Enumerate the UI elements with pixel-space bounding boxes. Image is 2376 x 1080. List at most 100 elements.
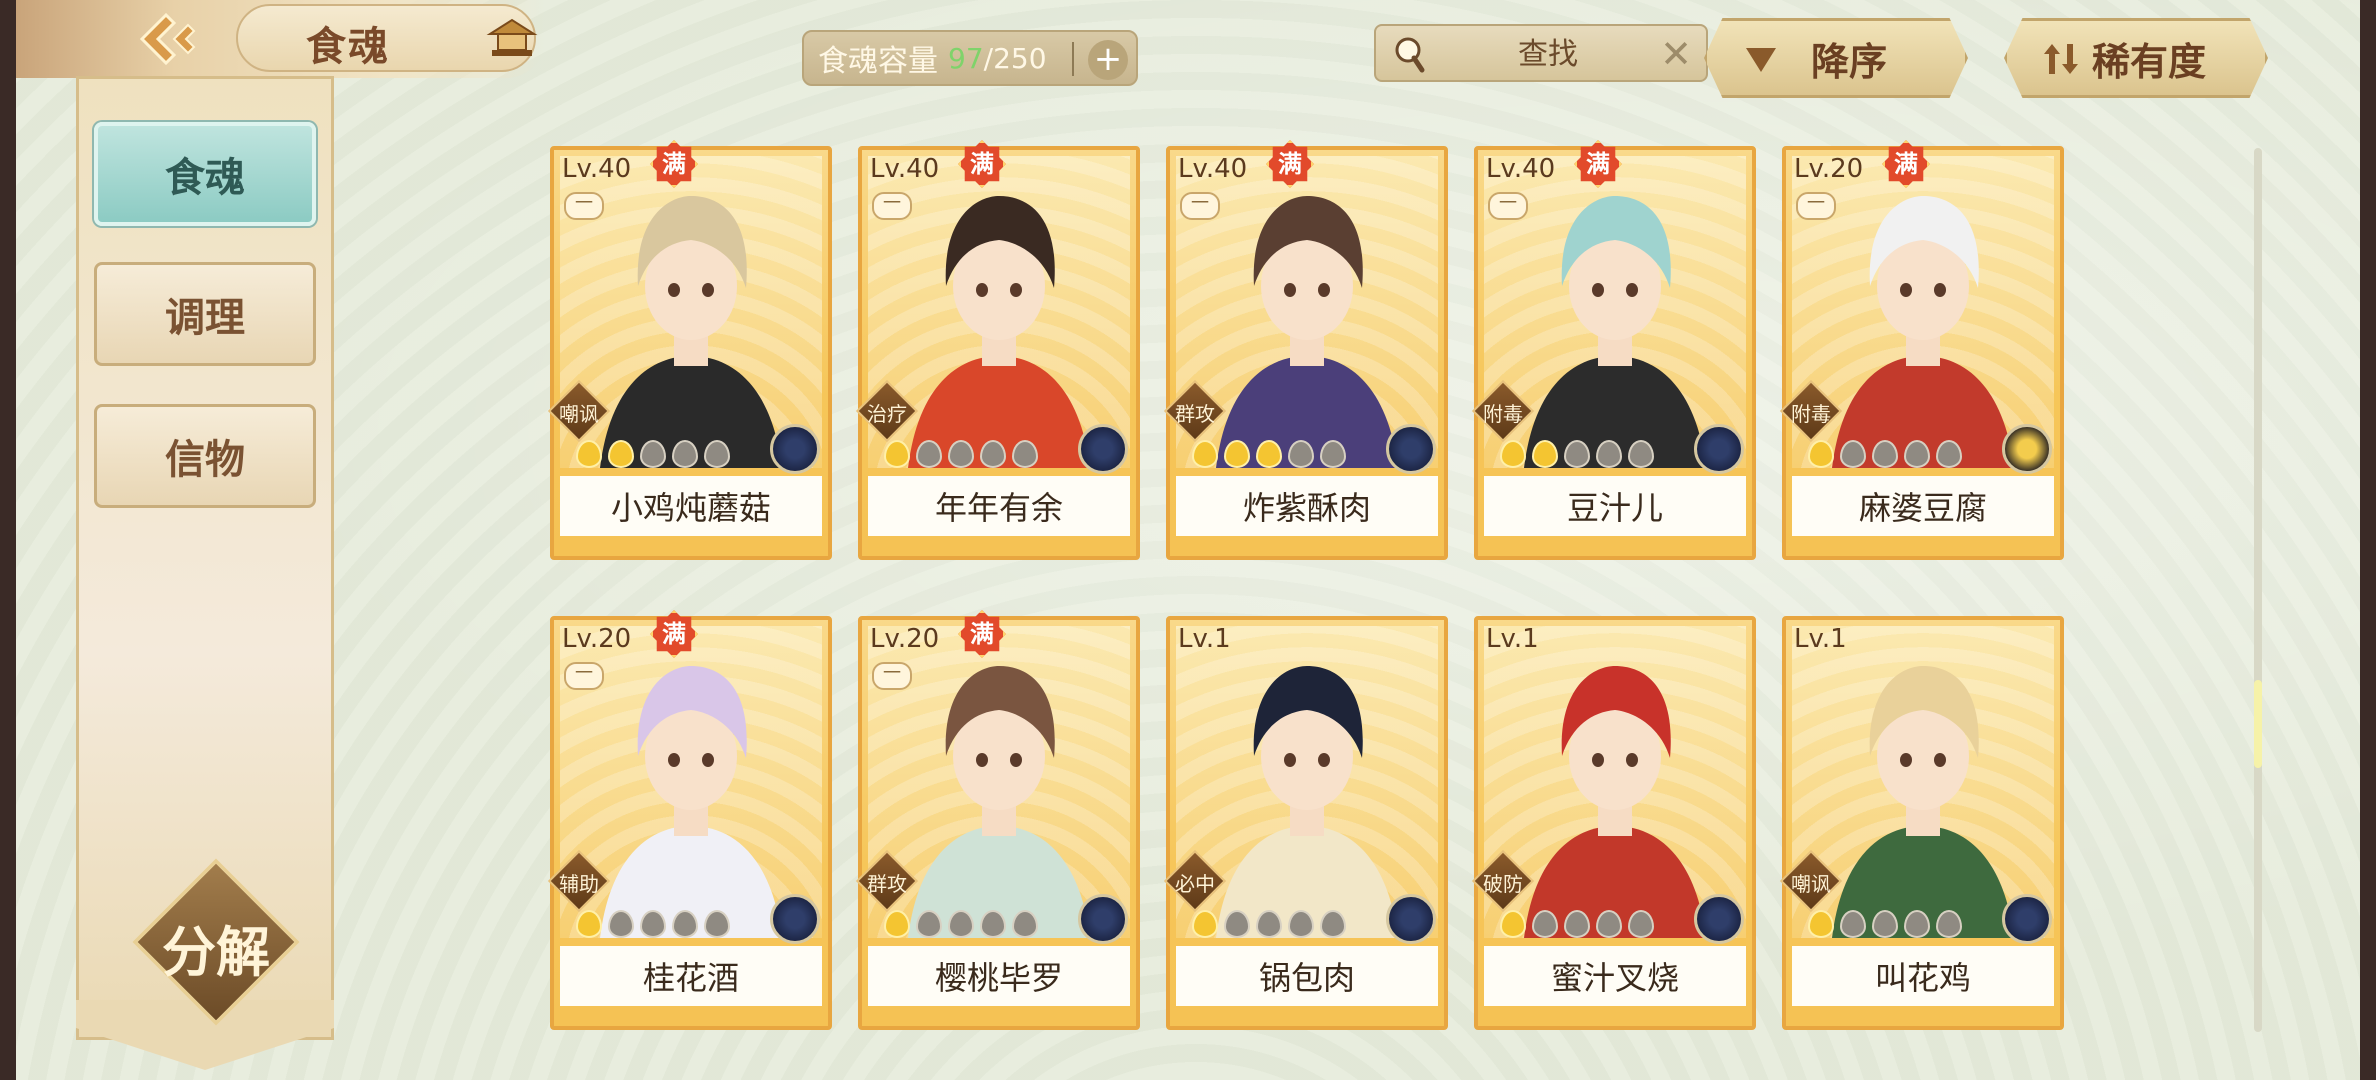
food-soul-card[interactable]: Lv.40 满 一 附毒 豆汁儿 bbox=[1471, 140, 1756, 560]
lock-toggle-icon[interactable]: 一 bbox=[1796, 192, 1836, 220]
star-icon bbox=[1872, 910, 1898, 938]
star-icon bbox=[1320, 440, 1346, 468]
star-rating bbox=[1192, 440, 1346, 470]
rarity-label: 稀有度 bbox=[2091, 39, 2206, 84]
star-icon bbox=[1840, 910, 1866, 938]
star-icon bbox=[1936, 910, 1962, 938]
role-label: 必中 bbox=[1175, 872, 1215, 896]
role-label: 嘲讽 bbox=[1791, 872, 1831, 896]
level-label: Lv.40 bbox=[1486, 154, 1556, 184]
star-icon bbox=[1808, 440, 1834, 468]
tab-keepsakes[interactable]: 信物 bbox=[94, 404, 316, 508]
role-badge: 嘲讽 bbox=[547, 379, 611, 443]
search-input[interactable] bbox=[1436, 32, 1660, 76]
page-title: 食魂 bbox=[306, 24, 390, 70]
food-soul-card[interactable]: Lv.40 满 一 群攻 炸紫酥肉 bbox=[1163, 140, 1448, 560]
decompose-label: 分解 bbox=[162, 921, 270, 984]
star-rating bbox=[1500, 910, 1654, 940]
back-button[interactable] bbox=[108, 10, 228, 68]
star-icon bbox=[1596, 440, 1622, 468]
star-icon bbox=[916, 440, 942, 468]
star-icon bbox=[1288, 440, 1314, 468]
lock-toggle-icon[interactable]: 一 bbox=[1180, 192, 1220, 220]
rarity-filter-button[interactable]: 稀有度 bbox=[2004, 18, 2268, 98]
star-rating bbox=[1192, 910, 1346, 940]
star-rating bbox=[884, 440, 1038, 470]
expand-capacity-button[interactable]: + bbox=[1088, 40, 1128, 80]
blue-flower-icon bbox=[2002, 894, 2052, 944]
blue-flower-icon bbox=[770, 424, 820, 474]
star-icon bbox=[1904, 440, 1930, 468]
scrollbar-track[interactable] bbox=[2254, 148, 2262, 1032]
star-icon bbox=[1872, 440, 1898, 468]
role-label: 治疗 bbox=[867, 402, 907, 426]
lock-toggle-icon[interactable]: 一 bbox=[1488, 192, 1528, 220]
tab-cooking[interactable]: 调理 bbox=[94, 262, 316, 366]
role-badge: 嘲讽 bbox=[1779, 849, 1843, 913]
star-icon bbox=[608, 440, 634, 468]
tab-food-souls[interactable]: 食魂 bbox=[94, 122, 316, 226]
star-icon bbox=[1936, 440, 1962, 468]
swap-arrows-icon bbox=[2044, 44, 2078, 74]
role-badge: 辅助 bbox=[547, 849, 611, 913]
food-soul-card[interactable]: Lv.40 满 一 治疗 年年有余 bbox=[855, 140, 1140, 560]
level-label: Lv.40 bbox=[562, 154, 632, 184]
star-icon bbox=[576, 440, 602, 468]
blue-flower-icon bbox=[1386, 894, 1436, 944]
blue-flower-icon bbox=[770, 894, 820, 944]
clear-search-icon[interactable]: ✕ bbox=[1656, 34, 1696, 74]
food-soul-card[interactable]: Lv.1 必中 锅包肉 bbox=[1163, 616, 1448, 1030]
food-soul-card[interactable]: Lv.1 破防 蜜汁叉烧 bbox=[1471, 616, 1756, 1030]
back-arrow-icon bbox=[139, 12, 196, 66]
capacity-current: 97 bbox=[948, 41, 984, 75]
lock-toggle-icon[interactable]: 一 bbox=[564, 662, 604, 690]
max-level-badge: 满 bbox=[958, 140, 1006, 188]
character-name: 小鸡炖蘑菇 bbox=[560, 476, 822, 536]
star-rating bbox=[1500, 440, 1654, 470]
star-icon bbox=[672, 440, 698, 468]
food-soul-card[interactable]: Lv.20 满 一 附毒 麻婆豆腐 bbox=[1779, 140, 2064, 560]
game-screen: 食魂 食魂容量 97/250 + ✕ 降序 稀有度 食魂 bbox=[16, 0, 2376, 1080]
capacity-display: 食魂容量 97/250 + bbox=[802, 30, 1138, 86]
sort-order-button[interactable]: 降序 bbox=[1704, 18, 1968, 98]
level-label: Lv.20 bbox=[870, 624, 940, 654]
max-level-badge: 满 bbox=[650, 610, 698, 658]
star-icon bbox=[980, 910, 1006, 938]
character-name: 豆汁儿 bbox=[1484, 476, 1746, 536]
role-label: 群攻 bbox=[867, 872, 907, 896]
lock-toggle-icon[interactable]: 一 bbox=[872, 192, 912, 220]
character-name: 樱桃毕罗 bbox=[868, 946, 1130, 1006]
food-soul-card[interactable]: Lv.1 嘲讽 叫花鸡 bbox=[1779, 616, 2064, 1030]
scrollbar-thumb[interactable] bbox=[2254, 680, 2262, 768]
lock-toggle-icon[interactable]: 一 bbox=[872, 662, 912, 690]
gold-flower-icon bbox=[2002, 424, 2052, 474]
character-name: 蜜汁叉烧 bbox=[1484, 946, 1746, 1006]
blue-flower-icon bbox=[1386, 424, 1436, 474]
capacity-label: 食魂容量 bbox=[818, 44, 938, 79]
capacity-max: 250 bbox=[993, 41, 1047, 75]
food-soul-card[interactable]: Lv.20 满 一 辅助 桂花酒 bbox=[547, 610, 832, 1030]
character-name: 年年有余 bbox=[868, 476, 1130, 536]
divider bbox=[1072, 42, 1074, 76]
level-label: Lv.40 bbox=[870, 154, 940, 184]
home-pavilion-icon[interactable] bbox=[486, 16, 538, 62]
search-box: ✕ bbox=[1374, 24, 1708, 82]
star-icon bbox=[1192, 440, 1218, 468]
star-icon bbox=[1564, 910, 1590, 938]
decompose-button[interactable]: 分解 bbox=[132, 858, 300, 1026]
food-soul-card[interactable]: Lv.20 满 一 群攻 樱桃毕罗 bbox=[855, 610, 1140, 1030]
star-rating bbox=[1808, 910, 1962, 940]
food-soul-card[interactable]: Lv.40 满 一 嘲讽 小鸡炖蘑菇 bbox=[547, 140, 832, 560]
lock-toggle-icon[interactable]: 一 bbox=[564, 192, 604, 220]
star-rating bbox=[884, 910, 1038, 940]
sort-descending-icon bbox=[1746, 48, 1776, 72]
star-icon bbox=[948, 910, 974, 938]
star-icon bbox=[1224, 910, 1250, 938]
star-icon bbox=[640, 440, 666, 468]
star-icon bbox=[1320, 910, 1346, 938]
character-name: 锅包肉 bbox=[1176, 946, 1438, 1006]
role-label: 附毒 bbox=[1483, 402, 1523, 426]
star-icon bbox=[1808, 910, 1834, 938]
star-rating bbox=[576, 910, 730, 940]
role-badge: 附毒 bbox=[1779, 379, 1843, 443]
